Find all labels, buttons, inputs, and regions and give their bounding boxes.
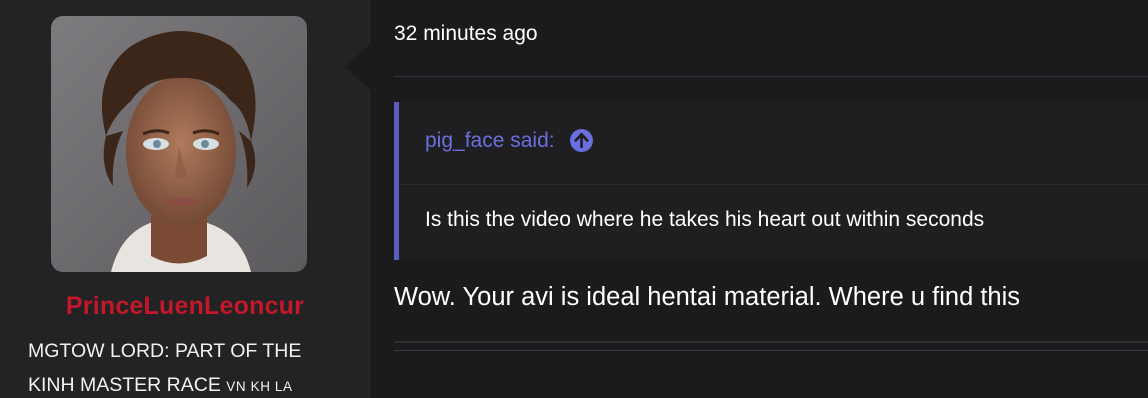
divider <box>394 76 1148 77</box>
avatar-image <box>51 16 307 272</box>
quote-block: pig_face said: Is this the video where h… <box>394 102 1148 260</box>
quote-divider <box>399 184 1148 185</box>
divider <box>394 350 1148 351</box>
user-title: MGTOW LORD: PART OF THE KINH MASTER RACE… <box>28 334 348 398</box>
divider <box>394 341 1148 343</box>
quote-header[interactable]: pig_face said: <box>425 128 594 153</box>
username[interactable]: PrinceLuenLeoncur <box>0 292 370 321</box>
post-timestamp[interactable]: 32 minutes ago <box>394 22 538 46</box>
user-title-suffix: VN KH LA <box>226 379 293 394</box>
forum-post: PrinceLuenLeoncur MGTOW LORD: PART OF TH… <box>0 0 1148 398</box>
quote-body: Is this the video where he takes his hea… <box>425 208 985 231</box>
user-avatar[interactable] <box>51 16 307 272</box>
user-cell: PrinceLuenLeoncur MGTOW LORD: PART OF TH… <box>0 0 370 398</box>
quote-author[interactable]: pig_face said: <box>425 129 555 153</box>
post-arrow <box>345 44 370 90</box>
post-main: 32 minutes ago pig_face said: Is this th… <box>370 0 1148 398</box>
post-message: Wow. Your avi is ideal hentai material. … <box>394 283 1021 311</box>
arrow-up-circle-icon[interactable] <box>569 128 594 153</box>
